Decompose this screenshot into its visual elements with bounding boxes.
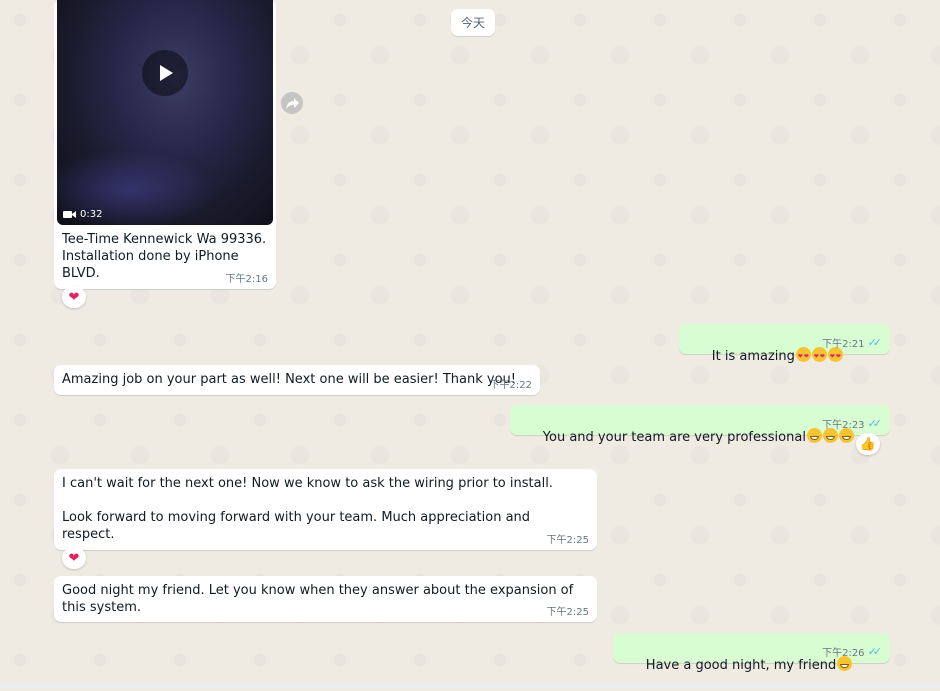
message-time: 下午2:21 ✓✓ <box>822 336 883 350</box>
message-incoming[interactable]: Amazing job on your part as well! Next o… <box>54 365 540 395</box>
message-time: 下午2:23 ✓✓ <box>822 417 883 431</box>
message-text: Have a good night, my friend <box>645 658 837 673</box>
message-text: You and your team are very professional <box>542 430 806 445</box>
thumbs-up-icon: 👍 <box>859 436 877 452</box>
message-text: It is amazing <box>711 349 795 364</box>
read-ticks-icon: ✓✓ <box>867 336 883 349</box>
message-text: Good night my friend. Let you know when … <box>62 583 578 615</box>
read-ticks-icon: ✓✓ <box>867 645 883 658</box>
message-incoming[interactable]: Good night my friend. Let you know when … <box>54 576 597 622</box>
message-time: 下午2:16 <box>225 274 268 285</box>
grin-emoji-icon <box>806 428 822 443</box>
message-outgoing[interactable]: It is amazing 下午2:21✓✓ <box>679 324 890 365</box>
message-video[interactable]: 0:32 Tee-Time Kennewick Wa 99336. Instal… <box>54 0 276 289</box>
video-thumbnail[interactable]: 0:32 <box>57 0 273 225</box>
message-incoming[interactable]: I can't wait for the next one! Now we kn… <box>54 469 597 550</box>
forward-button[interactable] <box>281 92 303 114</box>
heart-icon: ❤ <box>68 550 80 566</box>
message-text: Amazing job on your part as well! Next o… <box>62 372 516 387</box>
date-separator: 今天 <box>451 9 495 36</box>
play-icon <box>160 65 173 81</box>
chat-panel: 今天 0:32 Tee-Time Kennewick Wa 99336. Ins… <box>0 0 940 688</box>
message-outgoing[interactable]: Have a good night, my friend 下午2:26 ✓✓ <box>613 633 890 673</box>
message-outgoing[interactable]: You and your team are very professional … <box>510 405 890 445</box>
message-time: 下午2:22 <box>489 380 532 391</box>
message-time: 下午2:25 <box>546 535 589 546</box>
message-time: 下午2:25 <box>546 607 589 618</box>
forward-icon <box>285 97 299 109</box>
message-text: I can't wait for the next one! Now we kn… <box>62 476 553 542</box>
heart-icon: ❤ <box>68 289 80 305</box>
message-time: 下午2:26 ✓✓ <box>822 645 883 659</box>
composer-edge <box>0 684 940 688</box>
reaction-thumbs-up[interactable]: 👍 <box>856 433 880 455</box>
heart-eyes-emoji-icon <box>795 347 811 365</box>
reaction-heart[interactable]: ❤ <box>62 286 86 308</box>
video-camera-icon <box>63 211 76 218</box>
video-duration: 0:32 <box>63 209 102 220</box>
play-button[interactable] <box>142 50 188 96</box>
read-ticks-icon: ✓✓ <box>867 417 883 430</box>
reaction-heart[interactable]: ❤ <box>62 547 86 569</box>
